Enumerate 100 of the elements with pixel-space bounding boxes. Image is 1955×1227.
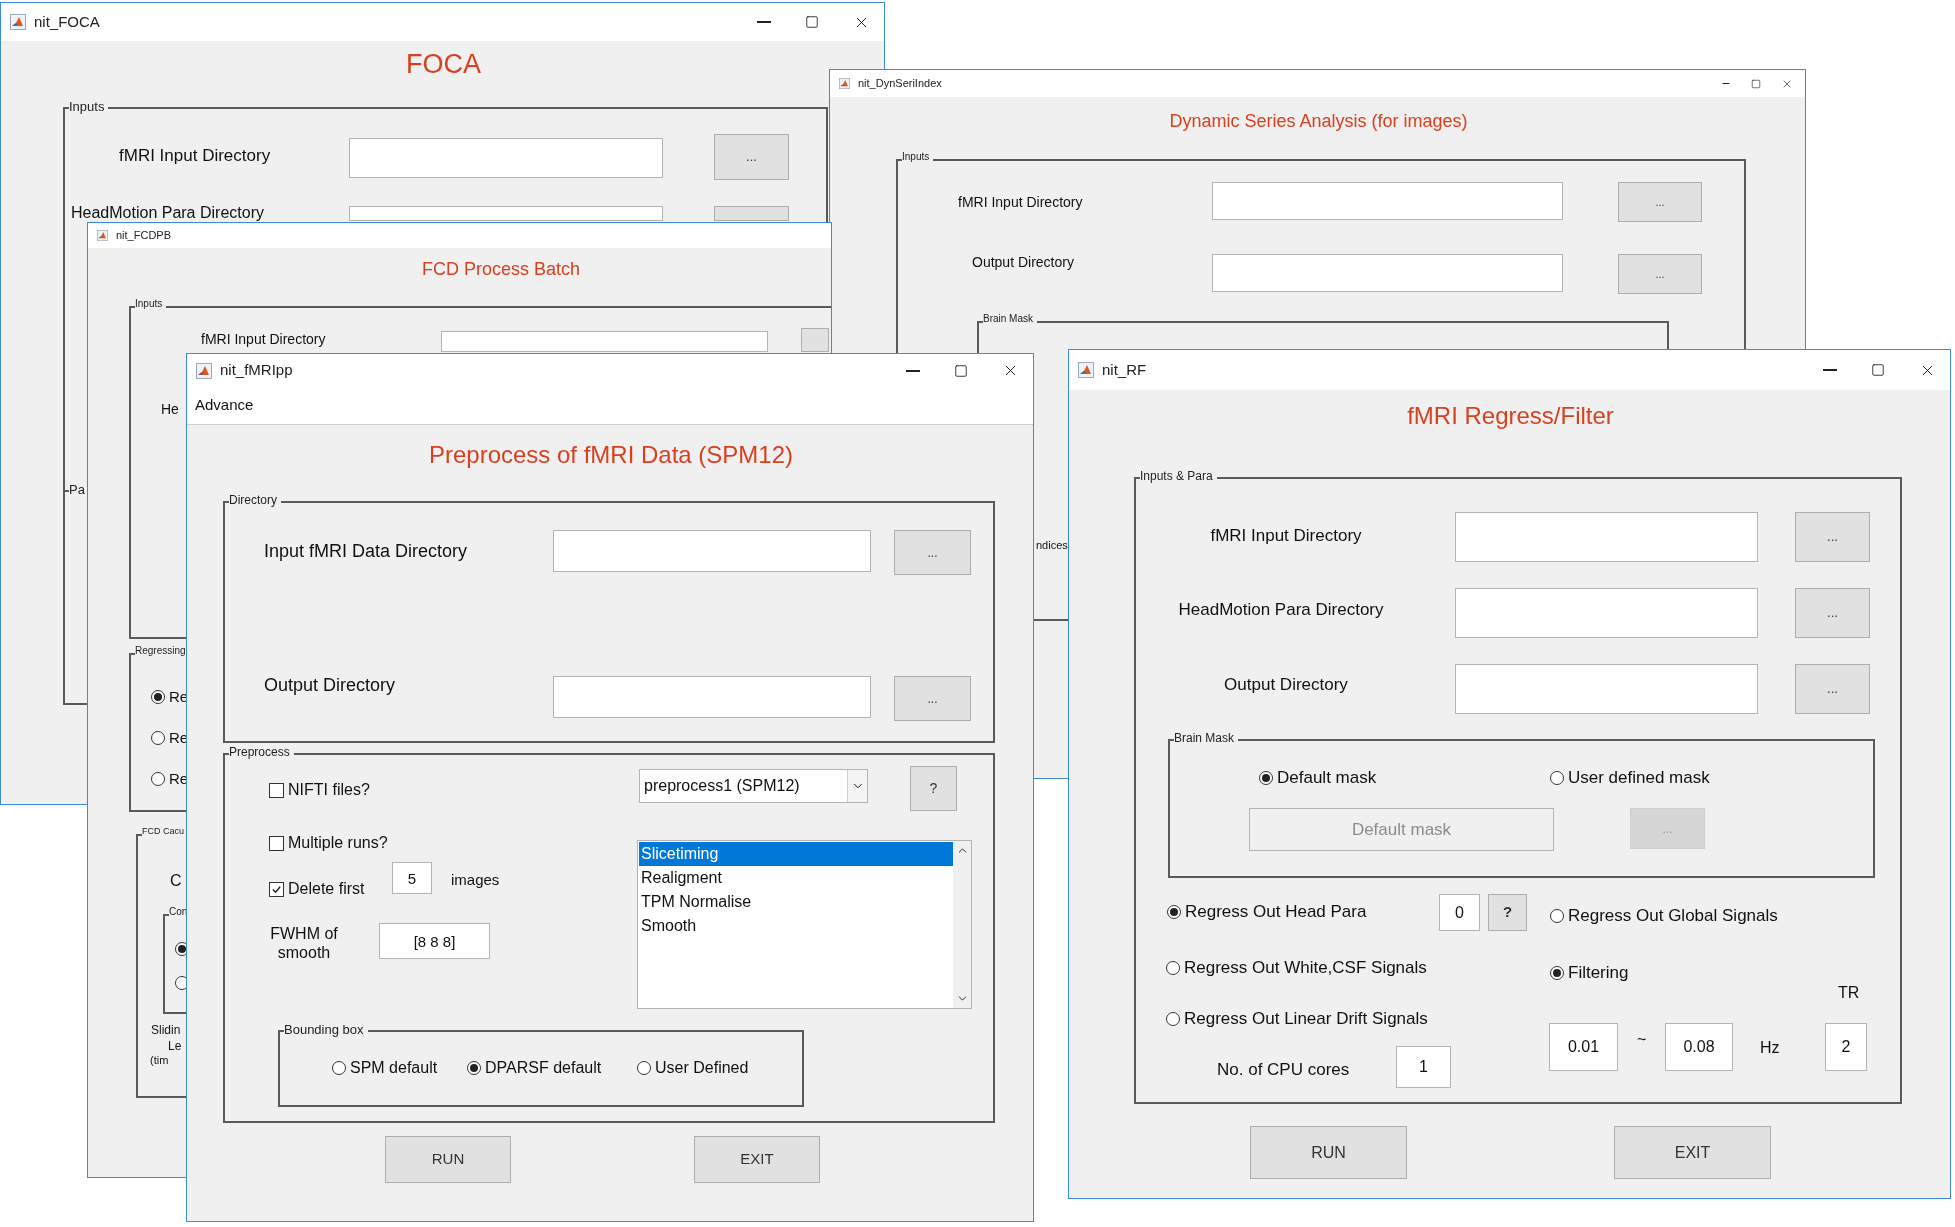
browse-button[interactable]: ...: [1618, 182, 1702, 222]
browse-button[interactable]: ...: [1795, 664, 1870, 714]
field-label: HeadMotion Para Directory: [71, 205, 264, 221]
group-label: Inputs: [69, 100, 109, 113]
text-field[interactable]: [1455, 512, 1758, 562]
maximize-button[interactable]: [1871, 363, 1885, 377]
browse-button[interactable]: ...: [894, 676, 971, 721]
action-button[interactable]: EXIT: [1614, 1126, 1771, 1179]
field-label: ndices: [1036, 540, 1068, 551]
field-label: HeadMotion Para Directory: [1177, 601, 1385, 618]
field-label: Slidin: [151, 1024, 181, 1036]
list-item[interactable]: Smooth: [639, 914, 953, 938]
checkbox[interactable]: Delete first: [269, 881, 365, 897]
browse-button[interactable]: ...: [1795, 588, 1870, 638]
action-button[interactable]: RUN: [1250, 1126, 1407, 1179]
group-label: Inputs & Para: [1140, 470, 1217, 482]
maximize-icon: [805, 15, 819, 29]
checkbox[interactable]: NIFTI files?: [269, 782, 370, 798]
browse-button[interactable]: [801, 328, 829, 352]
scrollbar[interactable]: [953, 841, 971, 1008]
group-label: Bounding box: [284, 1023, 368, 1036]
radio-button[interactable]: SPM default: [332, 1060, 438, 1076]
help-button[interactable]: ?: [910, 766, 957, 811]
text-field[interactable]: [1212, 254, 1563, 292]
field-label: He: [161, 402, 179, 416]
list-item[interactable]: TPM Normalise: [639, 890, 953, 914]
text-field[interactable]: [553, 676, 871, 718]
minimize-button[interactable]: [1721, 83, 1731, 84]
text-field[interactable]: [349, 206, 663, 221]
window-title: nit_RF: [1102, 359, 1147, 380]
minimize-icon: [906, 369, 920, 372]
list-item[interactable]: Realigment: [639, 866, 953, 890]
text-field[interactable]: 1: [1396, 1046, 1451, 1088]
help-button[interactable]: ?: [1488, 894, 1527, 931]
group-label: Brain Mask: [1174, 732, 1239, 744]
field-label: fMRI Input Directory: [201, 332, 326, 346]
text-field[interactable]: 2: [1825, 1023, 1867, 1071]
window-title: nit_FOCA: [34, 11, 100, 32]
group-label: Preprocess: [229, 746, 294, 758]
radio-button[interactable]: User defined mask: [1550, 769, 1710, 786]
radio-button[interactable]: Regress Out Global Signals: [1550, 907, 1778, 924]
text-field[interactable]: [441, 331, 768, 352]
radio-button[interactable]: User Defined: [637, 1060, 749, 1076]
text-field[interactable]: 0.01: [1549, 1023, 1618, 1071]
window-title: nit_fMRIpp: [220, 360, 293, 381]
field-label: fMRI Input Directory: [958, 195, 1083, 209]
window-heading: FCD Process Batch: [422, 260, 581, 278]
field-label: ~: [1637, 1032, 1647, 1048]
text-field[interactable]: [553, 530, 871, 572]
checkbox[interactable]: Multiple runs?: [269, 835, 388, 851]
window-heading: FOCA: [405, 51, 482, 78]
menu-item[interactable]: Advance: [195, 394, 254, 417]
window-heading: Preprocess of fMRI Data (SPM12): [427, 443, 795, 467]
text-field[interactable]: 0.08: [1665, 1023, 1733, 1071]
action-button[interactable]: RUN: [385, 1136, 511, 1183]
field-label: Hz: [1760, 1040, 1780, 1056]
browse-button[interactable]: ...: [1795, 512, 1870, 562]
field-label: fMRI Input Directory: [119, 147, 271, 164]
maximize-button[interactable]: [954, 363, 968, 378]
radio-button[interactable]: Default mask: [1259, 769, 1377, 786]
radio-button[interactable]: DPARSF default: [467, 1060, 602, 1076]
browse-button[interactable]: ...: [1618, 254, 1702, 294]
field-label: Output Directory: [972, 255, 1074, 269]
browse-button[interactable]: ...: [714, 134, 789, 180]
text-field[interactable]: [8 8 8]: [379, 923, 490, 959]
maximize-icon: [1751, 78, 1761, 89]
peak-logo-icon: [839, 78, 850, 89]
text-field[interactable]: [349, 138, 663, 178]
radio-button[interactable]: Regress Out Head Para: [1167, 903, 1367, 920]
field-label: fMRI Input Directory: [1209, 527, 1363, 544]
peak-logo-icon: [196, 362, 212, 379]
text-field[interactable]: [1455, 664, 1758, 714]
group-label: Directory: [229, 494, 281, 506]
group-label: Inputs: [902, 152, 934, 162]
field-label: Input fMRI Data Directory: [264, 542, 468, 560]
browse-button[interactable]: ...: [894, 530, 971, 575]
maximize-button[interactable]: [1751, 78, 1761, 89]
window-title: nit_DynSeriIndex: [858, 76, 942, 92]
browse-button[interactable]: [714, 206, 789, 221]
text-field[interactable]: [1212, 182, 1563, 220]
peak-logo-icon: [1078, 362, 1094, 378]
radio-button[interactable]: Filtering: [1550, 964, 1629, 981]
text-field[interactable]: 0: [1439, 894, 1480, 931]
text-field[interactable]: 5: [392, 862, 432, 894]
window-heading: Dynamic Series Analysis (for images): [1168, 112, 1469, 130]
list-item[interactable]: Slicetiming: [639, 842, 953, 866]
maximize-button[interactable]: [805, 15, 819, 29]
dropdown[interactable]: preprocess1 (SPM12): [639, 769, 868, 803]
text-field[interactable]: [1455, 588, 1758, 638]
radio-button[interactable]: Regress Out Linear Drift Signals: [1166, 1010, 1428, 1027]
field-label: images: [451, 872, 500, 887]
window-title: nit_FCDPB: [116, 228, 172, 244]
action-button[interactable]: EXIT: [694, 1136, 820, 1183]
window-heading: fMRI Regress/Filter: [1406, 404, 1615, 428]
maximize-icon: [954, 363, 968, 378]
minimize-icon: [757, 21, 771, 23]
radio-button[interactable]: Regress Out White,CSF Signals: [1166, 959, 1427, 976]
maximize-icon: [1871, 363, 1885, 377]
field-label: Le: [168, 1040, 182, 1052]
minimize-button[interactable]: [906, 369, 920, 372]
